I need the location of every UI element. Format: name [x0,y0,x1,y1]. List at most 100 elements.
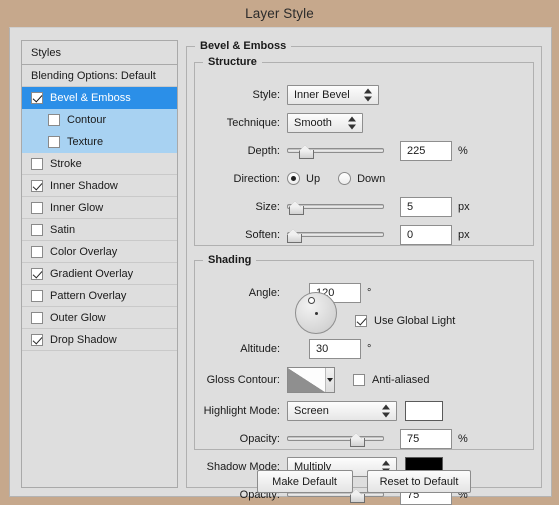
highlight-opacity-unit: % [458,432,468,445]
direction-row: Direction: Up Down [195,168,533,189]
soften-input[interactable]: 0 [400,224,452,245]
use-global-light-control[interactable]: Use Global Light [355,314,455,327]
slider-thumb[interactable] [287,230,302,243]
reset-to-default-button[interactable]: Reset to Default [366,470,472,493]
stepper-arrows-icon [364,88,372,101]
soften-unit: px [458,228,470,241]
style-item-checkbox[interactable] [31,157,43,170]
slider-thumb[interactable] [298,146,314,159]
highlight-mode-select[interactable]: Screen [287,400,397,421]
structure-legend: Structure [208,56,257,68]
angle-dial[interactable] [295,292,337,334]
size-unit: px [458,200,470,213]
style-item-checkbox[interactable] [31,245,43,258]
highlight-opacity-slider[interactable] [287,429,384,449]
gloss-contour-label: Gloss Contour: [206,374,280,386]
direction-up-radio[interactable] [287,172,300,185]
style-item-checkbox[interactable] [31,91,43,104]
direction-up-label: Up [306,172,321,185]
style-item-label: Drop Shadow [50,333,117,346]
style-item-label: Pattern Overlay [50,289,127,302]
style-list-item[interactable]: Blending Options: Default [22,65,177,87]
make-default-button[interactable]: Make Default [256,470,353,493]
slider-thumb[interactable] [350,434,365,447]
technique-label: Technique: [226,116,280,129]
slider-track [287,435,384,441]
styles-panel: Styles Blending Options: Default Bevel & … [21,40,178,488]
structure-group: Structure Style: Inner Bevel Technique: … [194,56,534,246]
contour-curve-icon [288,368,326,392]
technique-row: Technique: Smooth [195,112,533,133]
depth-input[interactable]: 225 [400,140,452,161]
style-select-value: Inner Bevel [294,88,350,101]
style-list-item[interactable]: Drop Shadow [22,329,177,351]
depth-label: Depth: [247,144,280,157]
altitude-input[interactable]: 30 [309,338,361,359]
style-list-item[interactable]: Contour [22,109,177,131]
size-input[interactable]: 5 [400,196,452,217]
shading-legend: Shading [208,254,252,266]
shading-group: Shading Angle: 120 ° Use Global Light Al… [194,254,534,505]
style-item-checkbox[interactable] [31,267,43,280]
style-list-item[interactable]: Color Overlay [22,241,177,263]
slider-thumb[interactable] [288,202,304,215]
highlight-color-swatch[interactable] [405,400,443,421]
use-global-light-row: Use Global Light [355,310,455,331]
style-item-checkbox[interactable] [31,223,43,236]
altitude-unit: ° [367,342,372,355]
style-item-checkbox[interactable] [31,179,43,192]
soften-slider[interactable] [287,225,384,245]
gloss-contour-picker[interactable] [287,367,335,393]
depth-unit: % [458,144,468,157]
direction-down-label: Down [357,172,386,185]
style-label: Style: [252,88,280,101]
depth-value: 225 [407,144,426,157]
style-item-checkbox[interactable] [31,289,43,302]
chevron-down-icon[interactable] [326,368,334,392]
size-row: Size: 5 px [195,196,533,217]
use-global-light-checkbox[interactable] [355,314,367,327]
style-item-checkbox[interactable] [48,113,60,126]
anti-aliased-checkbox[interactable] [353,374,365,386]
direction-down-radio[interactable] [338,172,352,185]
bevel-emboss-legend: Bevel & Emboss [200,40,287,52]
style-list-item[interactable]: Stroke [22,153,177,175]
title-bar: Layer Style [0,0,559,27]
stepper-arrows-icon [348,116,356,129]
soften-label: Soften: [245,228,280,241]
style-list-item[interactable]: Inner Glow [22,197,177,219]
highlight-opacity-input[interactable]: 75 [400,428,452,449]
style-item-label: Inner Glow [50,201,104,214]
highlight-mode-row: Highlight Mode: Screen [195,400,533,421]
bevel-emboss-pane: Bevel & Emboss Structure Style: Inner Be… [186,40,542,505]
style-list-item[interactable]: Outer Glow [22,307,177,329]
size-slider[interactable] [287,197,384,217]
style-item-label: Outer Glow [50,311,106,324]
style-item-checkbox[interactable] [31,201,43,214]
style-list-item[interactable]: Gradient Overlay [22,263,177,285]
anti-aliased-control[interactable]: Anti-aliased [353,374,429,386]
style-item-checkbox[interactable] [48,135,60,148]
styles-list-empty-area [22,373,177,487]
style-list-item[interactable]: Pattern Overlay [22,285,177,307]
highlight-mode-value: Screen [294,404,329,417]
style-item-checkbox[interactable] [31,311,43,324]
depth-slider[interactable] [287,141,384,161]
style-list-item[interactable]: Texture [22,131,177,153]
style-item-checkbox[interactable] [31,333,43,346]
dial-handle[interactable] [308,297,315,304]
style-item-label: Contour [67,113,107,126]
style-item-label: Blending Options: Default [31,69,156,82]
soften-row: Soften: 0 px [195,224,533,245]
styles-header-label: Styles [31,46,61,59]
style-select[interactable]: Inner Bevel [287,84,379,105]
style-list-item[interactable]: Satin [22,219,177,241]
window-title: Layer Style [245,6,314,21]
dial-center-dot-icon [314,311,318,315]
technique-select[interactable]: Smooth [287,112,363,133]
highlight-opacity-row: Opacity: 75 % [195,428,533,449]
style-list-item[interactable]: Bevel & Emboss [22,87,177,109]
altitude-value: 30 [316,342,329,355]
style-list-item[interactable]: Inner Shadow [22,175,177,197]
style-item-label: Stroke [50,157,82,170]
